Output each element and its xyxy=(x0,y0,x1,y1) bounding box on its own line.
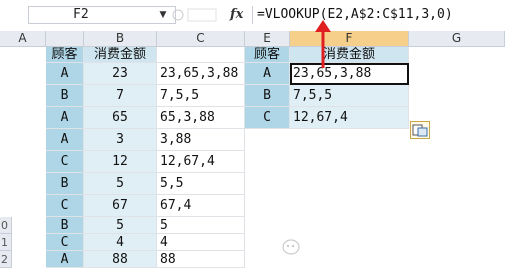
left-amount-cell[interactable]: 12 xyxy=(84,151,157,173)
left-customer-cell[interactable]: A xyxy=(46,63,84,85)
right-result-cell[interactable]: 12,67,4 xyxy=(290,107,409,129)
left-customer-cell[interactable]: B xyxy=(46,173,84,195)
left-header-customer: 顾客 xyxy=(46,47,84,63)
column-header-b-left-strip xyxy=(46,31,84,47)
red-arrow-icon xyxy=(315,20,331,68)
column-header-c[interactable]: C xyxy=(157,31,245,47)
left-header-result xyxy=(157,47,245,63)
left-customer-cell[interactable]: C xyxy=(46,234,84,251)
column-header-b[interactable]: B xyxy=(84,31,157,47)
left-amount-cell[interactable]: 88 xyxy=(84,251,157,268)
dropdown-arrow-icon[interactable]: ▼ xyxy=(157,6,169,24)
left-result-cell[interactable]: 7,5,5 xyxy=(157,85,245,107)
formula-bar-controls xyxy=(172,8,217,22)
right-customer-cell[interactable]: B xyxy=(245,85,290,107)
formula-bar: F2 ▼ fx =VLOOKUP(E2,A$2:C$11,3,0) xyxy=(0,0,505,28)
row-number[interactable]: 0 xyxy=(0,217,12,234)
left-customer-cell[interactable]: B xyxy=(46,85,84,107)
left-header-amount: 消费金额 xyxy=(84,47,157,63)
fx-icon[interactable]: fx xyxy=(230,5,246,25)
left-customer-cell[interactable]: A xyxy=(46,107,84,129)
left-amount-cell[interactable]: 7 xyxy=(84,85,157,107)
paste-options-icon[interactable] xyxy=(410,121,430,139)
left-result-cell[interactable]: 23,65,3,88 xyxy=(157,63,245,85)
left-result-cell[interactable]: 88 xyxy=(157,251,245,268)
left-customer-cell[interactable]: A xyxy=(46,129,84,151)
left-result-cell[interactable]: 65,3,88 xyxy=(157,107,245,129)
column-header-f[interactable]: F xyxy=(290,31,409,47)
left-result-cell[interactable]: 4 xyxy=(157,234,245,251)
formula-input[interactable]: =VLOOKUP(E2,A$2:C$11,3,0) xyxy=(252,6,505,24)
left-result-cell[interactable]: 5,5 xyxy=(157,173,245,195)
active-cell-border xyxy=(290,63,409,85)
left-amount-cell[interactable]: 3 xyxy=(84,129,157,151)
left-amount-cell[interactable]: 5 xyxy=(84,173,157,195)
left-customer-cell[interactable]: C xyxy=(46,195,84,217)
right-result-cell[interactable]: 7,5,5 xyxy=(290,85,409,107)
left-amount-cell[interactable]: 23 xyxy=(84,63,157,85)
right-header-amount: 消费金额 xyxy=(290,47,409,63)
name-box[interactable]: F2 xyxy=(28,6,176,24)
right-header-customer: 顾客 xyxy=(245,47,290,63)
column-header-g[interactable]: G xyxy=(409,31,505,47)
column-header-a[interactable]: A xyxy=(0,31,46,47)
row-number[interactable]: 1 xyxy=(0,234,12,251)
left-amount-cell[interactable]: 67 xyxy=(84,195,157,217)
left-result-cell[interactable]: 12,67,4 xyxy=(157,151,245,173)
left-result-cell[interactable]: 5 xyxy=(157,217,245,234)
left-result-cell[interactable]: 3,88 xyxy=(157,129,245,151)
left-result-cell[interactable]: 67,4 xyxy=(157,195,245,217)
row-number[interactable]: 2 xyxy=(0,251,12,268)
left-customer-cell[interactable]: B xyxy=(46,217,84,234)
left-amount-cell[interactable]: 65 xyxy=(84,107,157,129)
left-customer-cell[interactable]: C xyxy=(46,151,84,173)
right-customer-cell[interactable]: A xyxy=(245,63,290,85)
left-customer-cell[interactable]: A xyxy=(46,251,84,268)
left-amount-cell[interactable]: 4 xyxy=(84,234,157,251)
watermark-icon xyxy=(282,239,300,255)
column-header-e[interactable]: E xyxy=(245,31,290,47)
left-amount-cell[interactable]: 5 xyxy=(84,217,157,234)
right-customer-cell[interactable]: C xyxy=(245,107,290,129)
